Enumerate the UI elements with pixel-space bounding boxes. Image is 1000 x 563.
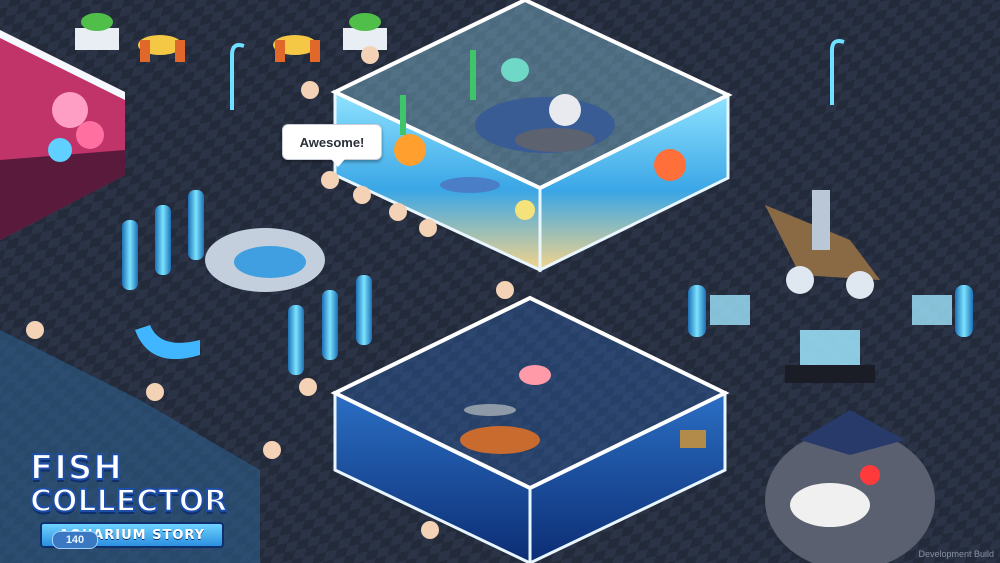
logo-line1: FISH (29, 447, 123, 489)
visitor-counter: 140 (52, 531, 98, 549)
build-label: Development Build (918, 549, 994, 559)
game-logo: FISH COLLECTOR AQUARIUM STORY (10, 440, 240, 555)
logo-line2: COLLECTOR (29, 483, 228, 520)
speech-bubble: Awesome! (282, 124, 382, 167)
speech-bubble-text: Awesome! (299, 134, 365, 150)
rock-fountain (205, 228, 325, 292)
